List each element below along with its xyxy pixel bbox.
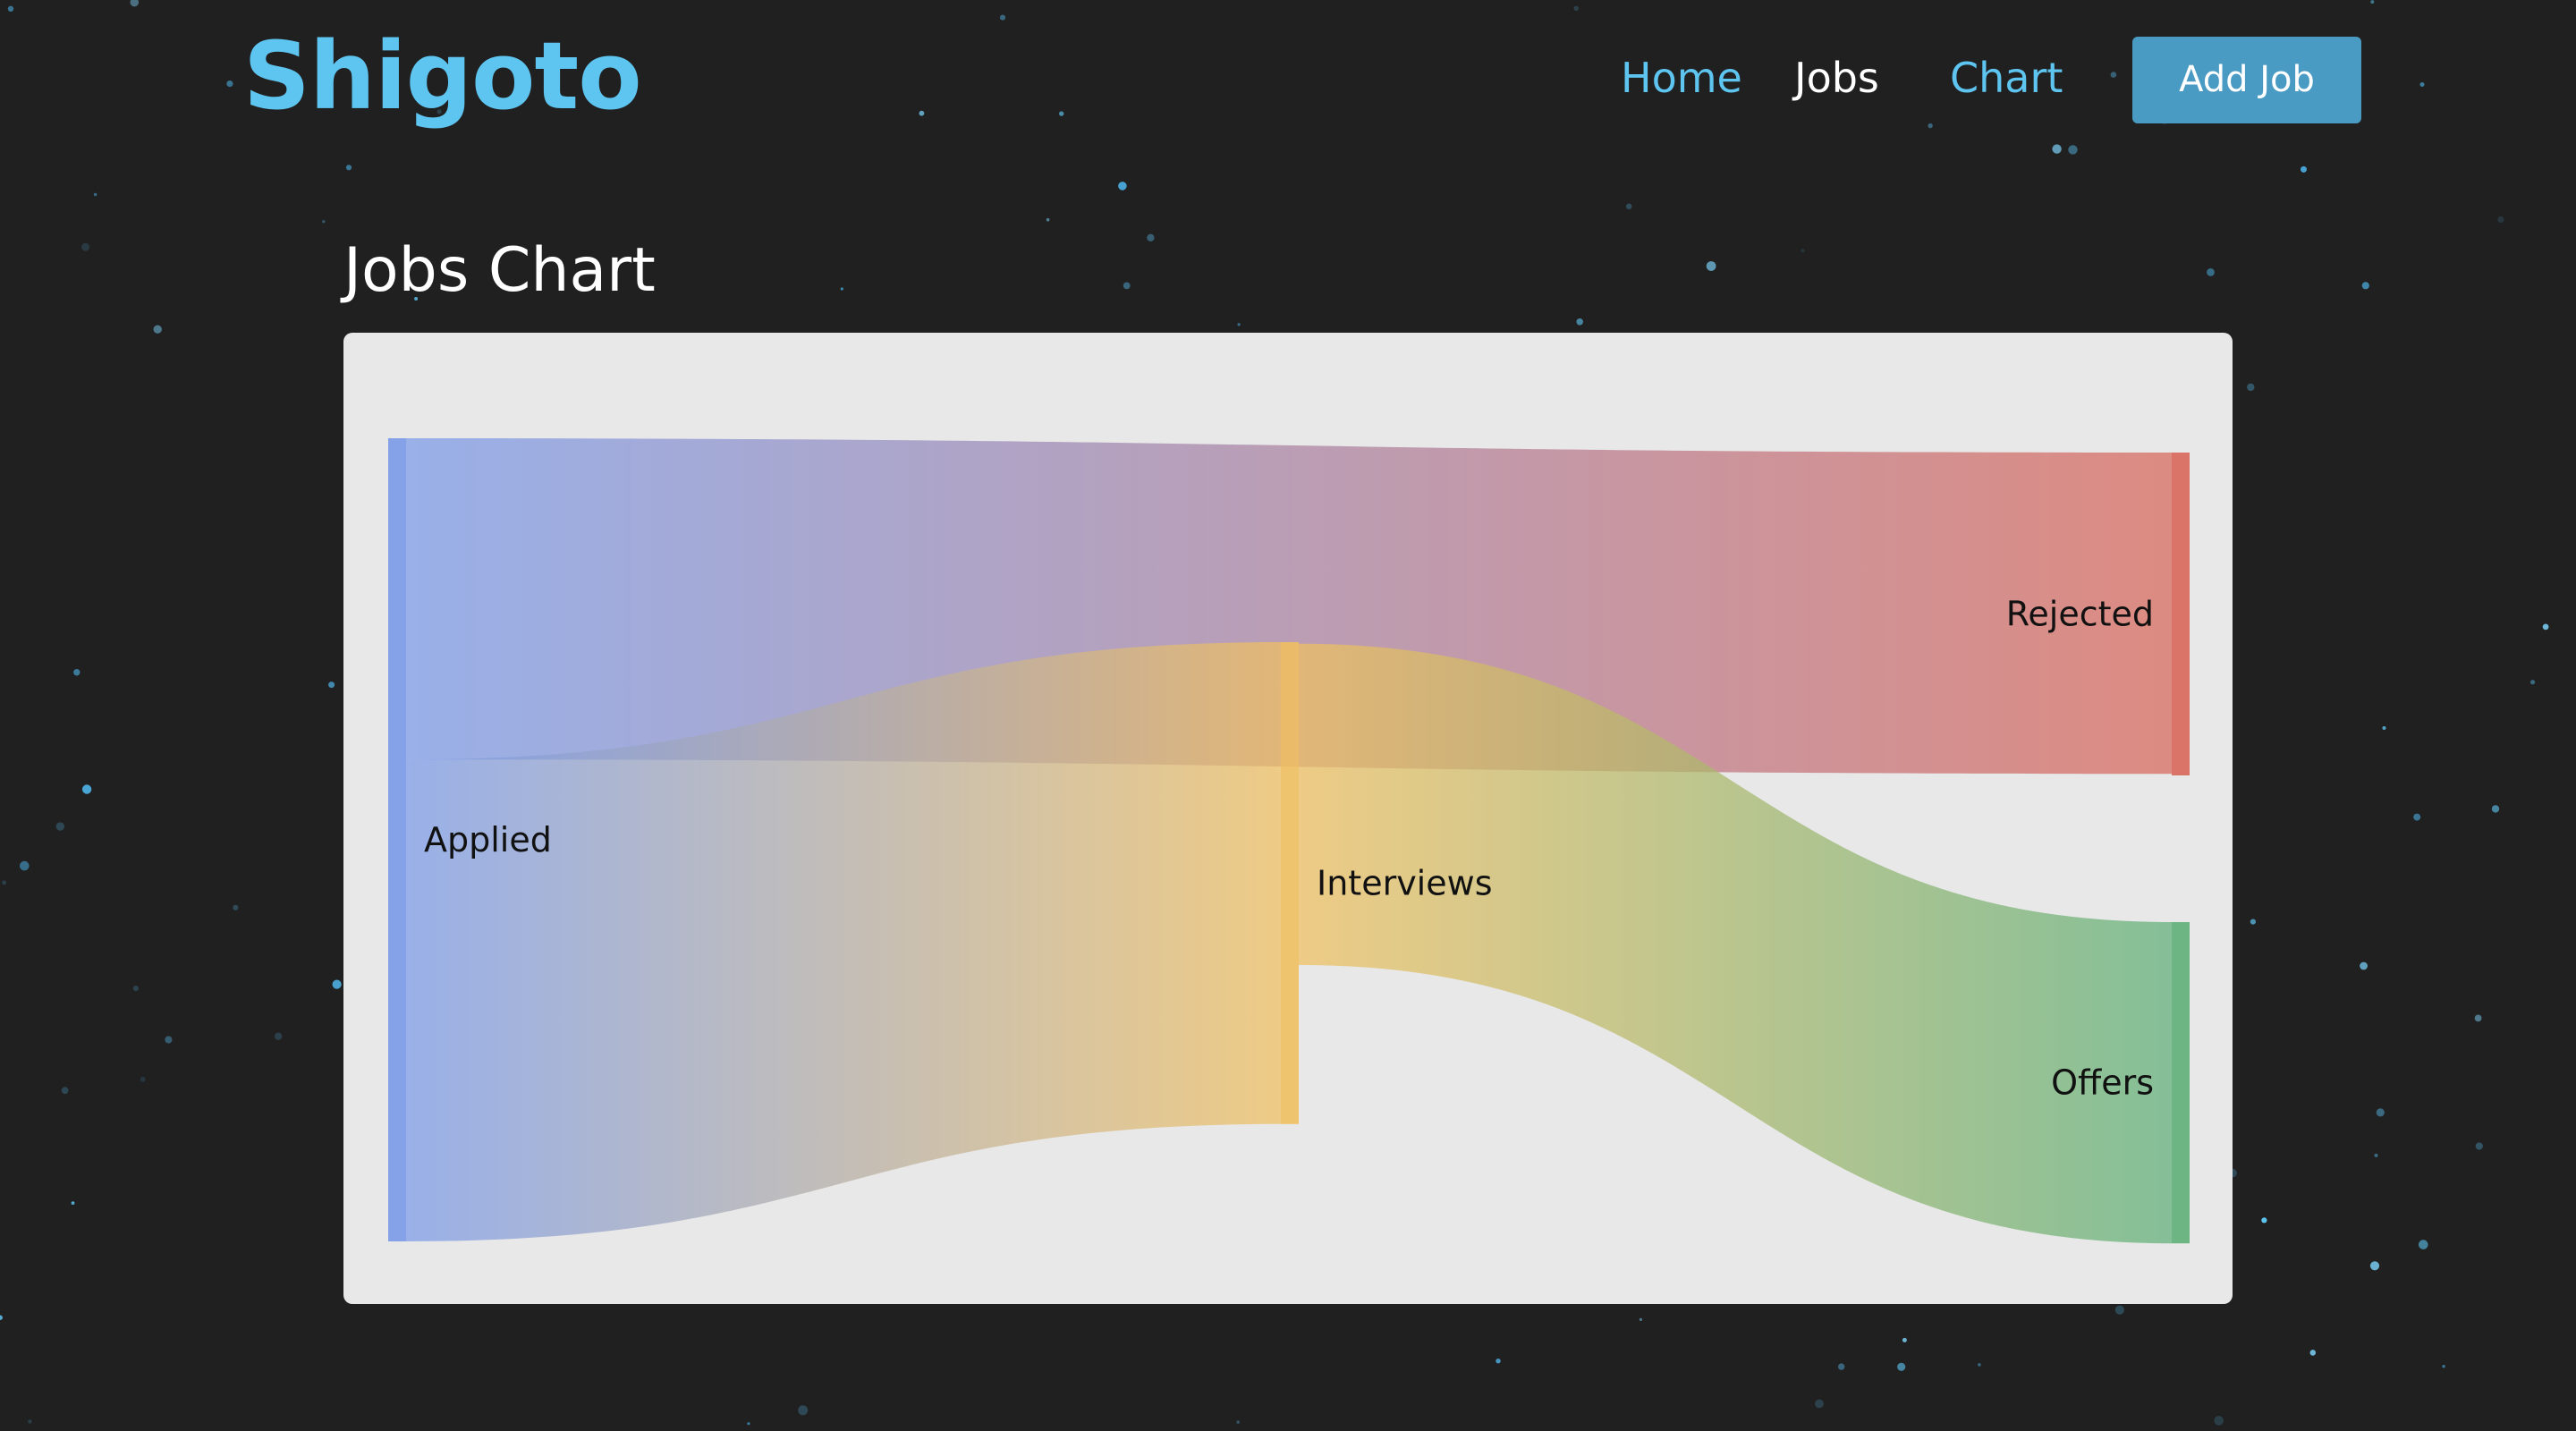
star-dot	[2114, 1305, 2124, 1315]
star-dot	[1046, 217, 1050, 222]
star-dot	[2475, 1142, 2483, 1150]
star-dot	[28, 1419, 32, 1424]
page-title: Jobs Chart	[343, 235, 656, 306]
star-dot	[2374, 1153, 2378, 1157]
star-dot	[2474, 1014, 2482, 1022]
star-dot	[81, 784, 92, 794]
star-dot	[71, 1201, 75, 1205]
star-dot	[1706, 261, 1716, 271]
star-dot	[2442, 1365, 2445, 1368]
sankey-label-applied: Applied	[424, 820, 552, 859]
star-dot	[132, 986, 139, 992]
sankey-chart: Applied Interviews Rejected Offers	[388, 438, 2190, 1244]
star-dot	[2301, 165, 2307, 173]
star-dot	[61, 1087, 69, 1095]
star-dot	[1118, 182, 1127, 191]
star-dot	[2382, 726, 2386, 730]
star-dot	[2419, 1240, 2428, 1249]
star-dot	[274, 1032, 283, 1040]
star-dot	[1496, 1359, 1501, 1364]
star-dot	[1902, 1337, 1907, 1342]
nav-link-home[interactable]: Home	[1621, 47, 1742, 109]
star-dot	[55, 822, 64, 831]
nav-link-chart[interactable]: Chart	[1950, 47, 2063, 109]
star-dot	[1801, 249, 1805, 253]
star-dot	[1576, 318, 1583, 326]
star-dot	[2250, 919, 2256, 925]
star-dot	[1838, 1363, 1845, 1370]
star-dot	[2214, 1416, 2224, 1426]
star-dot	[165, 1036, 173, 1044]
sankey-label-offers: Offers	[2051, 1063, 2154, 1103]
star-dot	[2491, 805, 2500, 813]
star-dot	[1123, 282, 1131, 290]
star-dot	[1815, 1399, 1824, 1409]
star-dot	[2207, 268, 2215, 276]
star-dot	[81, 242, 90, 251]
sankey-node-applied[interactable]	[388, 438, 406, 1241]
sankey-node-rejected[interactable]	[2172, 453, 2190, 775]
star-dot	[798, 1405, 809, 1416]
app-logo[interactable]: Shigoto	[243, 18, 642, 134]
star-dot	[153, 325, 162, 334]
star-dot	[1897, 1362, 1906, 1371]
star-dot	[0, 1315, 3, 1320]
star-dot	[20, 860, 30, 871]
sankey-label-rejected: Rejected	[2006, 594, 2154, 633]
star-dot	[840, 287, 843, 291]
star-dot	[2360, 961, 2368, 970]
star-dot	[2369, 1261, 2380, 1271]
star-dot	[345, 165, 352, 171]
sankey-node-interviews[interactable]	[1281, 642, 1299, 1124]
star-dot	[2497, 216, 2504, 224]
chart-card: Applied Interviews Rejected Offers	[343, 333, 2233, 1304]
star-dot	[2309, 1350, 2317, 1356]
sankey-node-offers[interactable]	[2172, 921, 2190, 1244]
star-dot	[2530, 680, 2536, 685]
star-dot	[322, 220, 326, 224]
star-dot	[233, 904, 239, 910]
star-dot	[2376, 1108, 2385, 1117]
star-dot	[2542, 623, 2549, 631]
star-dot	[1147, 233, 1155, 241]
star-dot	[2361, 282, 2369, 290]
star-dot	[2, 880, 6, 885]
star-dot	[93, 192, 97, 197]
star-dot	[1237, 323, 1241, 326]
star-dot	[140, 1076, 146, 1082]
star-dot	[332, 979, 342, 989]
star-dot	[1639, 1317, 1642, 1321]
star-dot	[1236, 1420, 1240, 1424]
star-dot	[1978, 1363, 1981, 1367]
add-job-button[interactable]: Add Job	[2132, 37, 2361, 123]
star-dot	[73, 669, 80, 676]
top-navigation-bar: Shigoto Home Jobs Chart Add Job	[0, 0, 2576, 161]
star-dot	[747, 1422, 750, 1426]
star-dot	[2261, 1217, 2267, 1224]
star-dot	[2413, 813, 2421, 821]
sankey-label-interviews: Interviews	[1317, 863, 1493, 902]
star-dot	[1625, 203, 1632, 210]
nav-link-jobs[interactable]: Jobs	[1794, 47, 1879, 109]
star-dot	[2247, 383, 2255, 392]
star-dot	[328, 682, 335, 689]
